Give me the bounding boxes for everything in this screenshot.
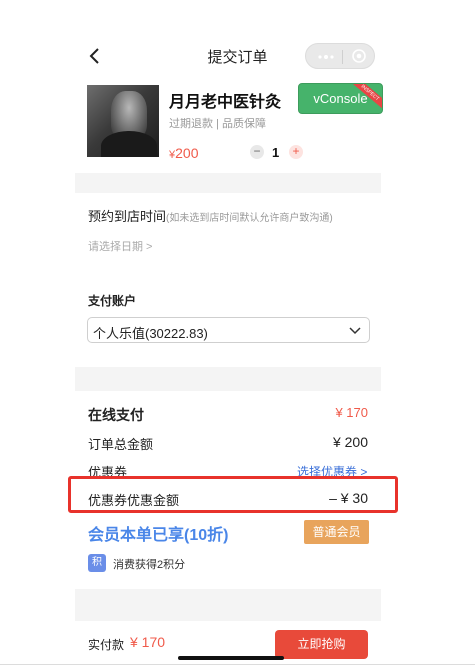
payment-account-label: 支付账户 [88,294,137,308]
points-icon: 积 [88,554,106,572]
appointment-date-picker[interactable]: 请选择日期 > [88,238,152,254]
more-icon[interactable] [318,55,336,59]
portrait-shoulders [101,131,157,157]
appointment-title: 预约到店时间(如未选到店时间默认允许商户致沟通) [88,206,333,225]
points-text: 消费获得2积分 [113,559,186,571]
chevron-down-icon [349,327,361,335]
product-image [87,85,159,157]
price-value: 200 [175,145,199,161]
section-separator [75,367,381,391]
product-price: ¥200 [169,145,198,161]
page-title: 提交订单 [207,49,268,66]
capsule-divider [342,50,343,64]
buy-now-button[interactable]: 立即抢购 [275,630,368,659]
payment-account-value: 个人乐值(30222.83) [93,326,208,341]
order-total-value: ¥ 200 [332,434,368,450]
coupon-discount-value: – ¥ 30 [329,490,368,506]
quantity-value: 1 [272,145,280,160]
section-separator [75,589,381,621]
order-total-label: 订单总金额 [88,437,154,452]
close-mini-program-icon[interactable] [352,49,366,63]
product-tags: 过期退款 | 品质保障 [169,118,266,130]
online-payment-value: ¥ 170 [335,405,368,420]
appointment-title-text: 预约到店时间 [88,209,167,224]
bottom-divider [0,664,475,665]
amount-due-label: 实付款 [88,638,125,652]
member-level-badge: 普通会员 [304,520,369,544]
vconsole-button[interactable]: vConsole INSPECT [298,83,383,114]
quantity-minus-button[interactable]: − [250,145,264,159]
quantity-plus-button[interactable]: + [289,145,303,159]
product-name: 月月老中医针灸 [169,94,282,111]
online-payment-label: 在线支付 [88,407,144,423]
coupon-discount-label: 优惠券优惠金额 [88,493,180,508]
appointment-hint: (如未选到店时间默认允许商户致沟通) [166,213,333,224]
vconsole-label: vConsole [313,91,368,106]
mini-program-capsule[interactable] [305,43,375,69]
home-indicator [178,656,284,660]
payment-account-select[interactable]: 个人乐值(30222.83) [87,317,370,343]
member-discount-text: 会员本单已享(10折) [88,527,229,544]
section-separator [75,173,381,193]
amount-due-value: ¥ 170 [130,634,166,650]
